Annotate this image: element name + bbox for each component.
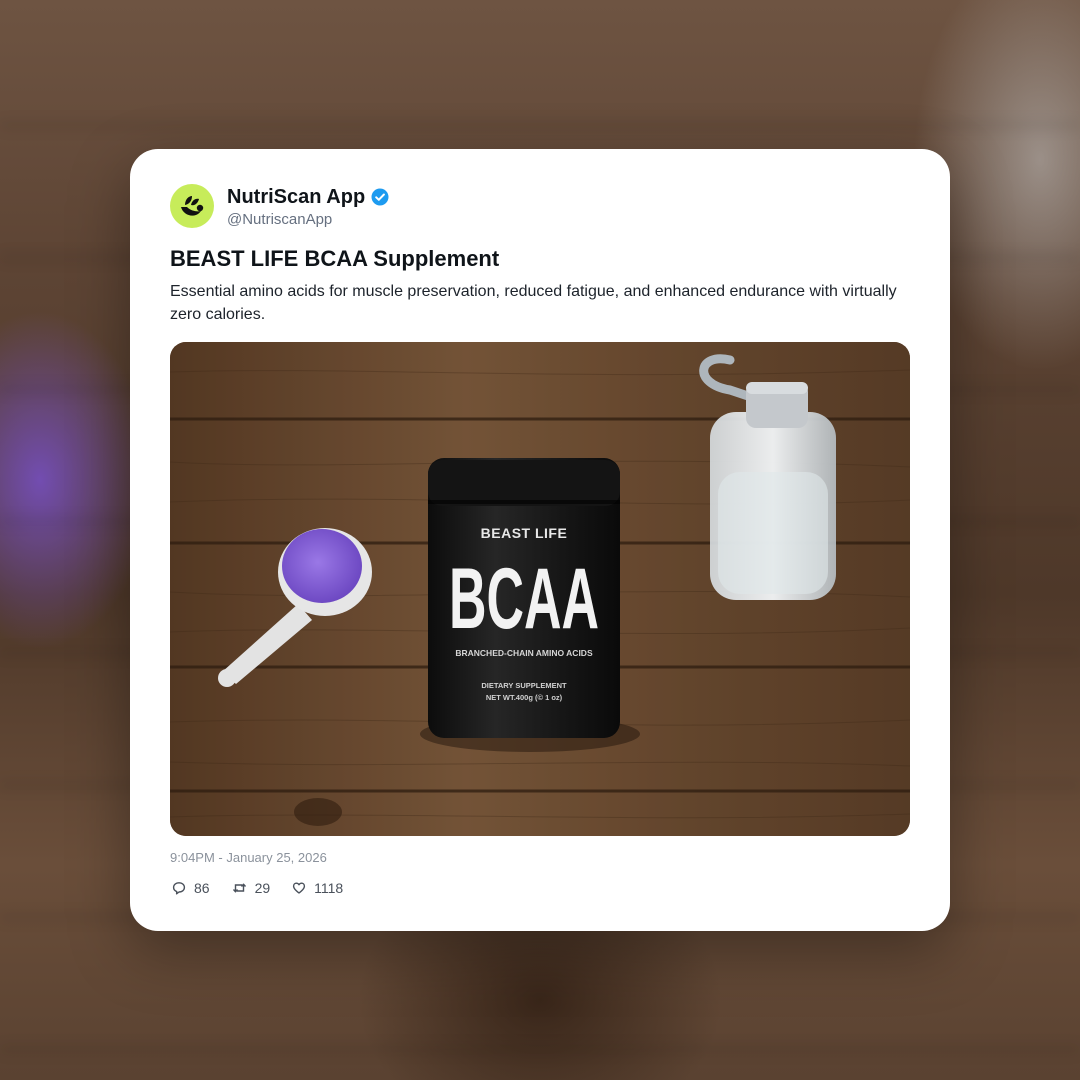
account-handle[interactable]: @NutriscanApp — [227, 211, 389, 228]
post-image[interactable]: BEAST LIFE BCAA BRANCHED-CHAIN AMINO ACI… — [170, 342, 910, 836]
leaf-logo-icon — [181, 196, 204, 216]
post-title: BEAST LIFE BCAA Supplement — [170, 246, 500, 271]
repost-icon — [232, 883, 246, 893]
jar-name-text: BCAA — [449, 551, 599, 647]
reply-count: 86 — [194, 880, 210, 896]
repost-button[interactable]: 29 — [232, 880, 271, 896]
reply-icon — [172, 882, 186, 895]
jar-subtitle-text: BRANCHED-CHAIN AMINO ACIDS — [455, 648, 593, 658]
post-card: NutriScan App @NutriscanApp BEAST LIFE B… — [130, 149, 950, 931]
post-header: NutriScan App @NutriscanApp — [170, 184, 389, 228]
jar-line1-text: DIETARY SUPPLEMENT — [481, 681, 567, 690]
like-button[interactable]: 1118 — [292, 880, 343, 896]
reply-button[interactable]: 86 — [172, 880, 210, 896]
like-count: 1118 — [314, 880, 344, 896]
jar-line2-text: NET WT.400g (© 1 oz) — [486, 693, 563, 702]
jar-brand-text: BEAST LIFE — [481, 525, 568, 541]
post-timestamp[interactable]: 9:04PM - January 25, 2026 — [170, 850, 327, 865]
verified-badge-icon — [371, 188, 389, 206]
repost-count: 29 — [254, 880, 271, 896]
engagement-stats: 86 29 1118 — [172, 880, 365, 896]
heart-icon — [293, 882, 306, 894]
avatar[interactable] — [170, 184, 214, 228]
bcaa-jar: BEAST LIFE BCAA BRANCHED-CHAIN AMINO ACI… — [428, 458, 620, 738]
post-description: Essential amino acids for muscle preserv… — [170, 283, 897, 323]
product-photo: BEAST LIFE BCAA BRANCHED-CHAIN AMINO ACI… — [170, 342, 910, 836]
account-display-name[interactable]: NutriScan App — [227, 186, 365, 209]
